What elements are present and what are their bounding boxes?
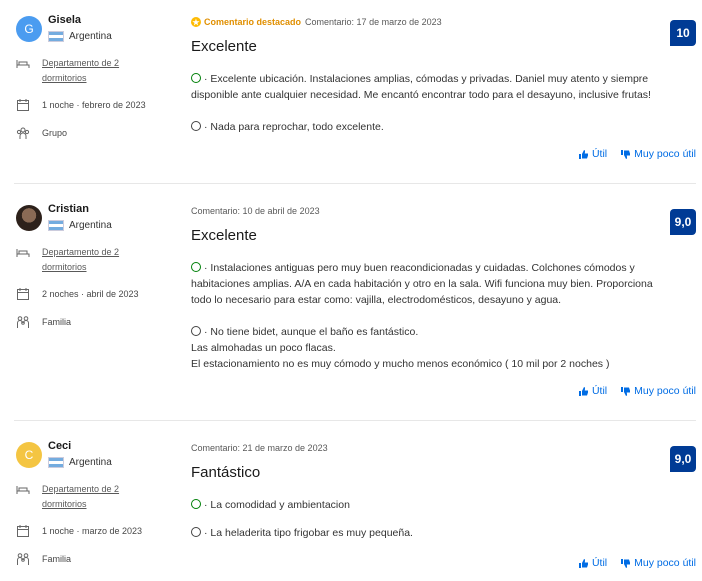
- argentina-flag-icon: [48, 220, 64, 231]
- review-negative: · Nada para reprochar, todo excelente.: [191, 119, 696, 135]
- review-score: 9,0: [670, 209, 696, 235]
- traveler-type: Grupo: [16, 126, 67, 141]
- featured-badge: ★ Comentario destacado: [191, 17, 302, 27]
- country-label: Argentina: [69, 457, 112, 468]
- thumbs-up-icon: [578, 558, 588, 568]
- helpful-button[interactable]: Útil: [578, 557, 607, 569]
- room-line-1[interactable]: Departamento de 2: [42, 247, 119, 257]
- avatar: C: [16, 442, 42, 468]
- argentina-flag-icon: [48, 31, 64, 42]
- review-title: Fantástico: [191, 464, 261, 481]
- reviewer-country: Argentina: [48, 220, 112, 231]
- review-score: 10: [670, 20, 696, 46]
- review-score: 9,0: [670, 446, 696, 472]
- stay-info: 2 noches · abril de 2023: [16, 287, 139, 302]
- family-icon: [17, 553, 29, 565]
- group-icon: [16, 127, 30, 139]
- thumbs-up-icon: [578, 149, 588, 159]
- reviewer-name: Cristian: [48, 203, 89, 215]
- reviewer-country: Argentina: [48, 31, 112, 42]
- review-date: Comentario: 10 de abril de 2023: [191, 206, 320, 216]
- traveler-label: Familia: [42, 554, 72, 564]
- frown-icon: [191, 527, 201, 537]
- reviewer-name: Ceci: [48, 440, 72, 452]
- review-title: Excelente: [191, 38, 257, 55]
- traveler-label: Familia: [42, 317, 72, 327]
- review-positive: · Excelente ubicación. Instalaciones amp…: [191, 73, 651, 101]
- divider: [14, 420, 696, 421]
- stay-label: 1 noche · marzo de 2023: [42, 526, 143, 536]
- helpful-button[interactable]: Útil: [578, 148, 607, 160]
- room-line-1[interactable]: Departamento de 2: [42, 484, 119, 494]
- review-date: Comentario: 21 de marzo de 2023: [191, 443, 328, 453]
- calendar-icon: [17, 525, 29, 537]
- bed-icon: [16, 249, 30, 257]
- room-line-2[interactable]: dormitorios: [42, 262, 87, 272]
- not-helpful-button[interactable]: Muy poco útil: [621, 557, 696, 569]
- thumbs-up-icon: [578, 386, 588, 396]
- calendar-icon: [17, 288, 29, 300]
- review-positive: · Instalaciones antiguas pero muy buen r…: [191, 262, 653, 306]
- helpful-button[interactable]: Útil: [578, 385, 607, 397]
- room-line-1[interactable]: Departamento de 2: [42, 58, 119, 68]
- smile-icon: [191, 73, 201, 83]
- reviewer-country: Argentina: [48, 457, 112, 468]
- frown-icon: [191, 121, 201, 131]
- thumbs-down-icon: [621, 386, 631, 396]
- review-positive: · La comodidad y ambientacion: [191, 497, 696, 513]
- traveler-type: Familia: [16, 315, 71, 330]
- review-negative: · No tiene bidet, aunque el baño es fant…: [191, 326, 610, 370]
- review-meta: Comentario: 21 de marzo de 2023: [191, 442, 696, 454]
- review-actions: Útil Muy poco útil: [578, 557, 696, 569]
- room-type[interactable]: Departamento de 2 dormitorios: [16, 245, 119, 275]
- room-line-2[interactable]: dormitorios: [42, 73, 87, 83]
- traveler-type: Familia: [16, 552, 71, 567]
- family-icon: [17, 316, 29, 328]
- divider: [14, 183, 696, 184]
- review-date: Comentario: 17 de marzo de 2023: [305, 17, 442, 27]
- traveler-label: Grupo: [42, 128, 68, 138]
- stay-info: 1 noche · febrero de 2023: [16, 98, 146, 113]
- frown-icon: [191, 326, 201, 336]
- review-meta: Comentario: 10 de abril de 2023: [191, 205, 696, 217]
- reviewer-name: Gisela: [48, 14, 82, 26]
- room-line-2[interactable]: dormitorios: [42, 499, 87, 509]
- star-icon: ★: [191, 17, 201, 27]
- stay-info: 1 noche · marzo de 2023: [16, 524, 142, 539]
- calendar-icon: [17, 99, 29, 111]
- review-title: Excelente: [191, 227, 257, 244]
- review-negative: · La heladerita tipo frigobar es muy peq…: [191, 525, 696, 541]
- stay-label: 2 noches · abril de 2023: [42, 289, 139, 299]
- smile-icon: [191, 262, 201, 272]
- thumbs-down-icon: [621, 149, 631, 159]
- review-actions: Útil Muy poco útil: [578, 385, 696, 397]
- bed-icon: [16, 486, 30, 494]
- avatar: G: [16, 16, 42, 42]
- smile-icon: [191, 499, 201, 509]
- thumbs-down-icon: [621, 558, 631, 568]
- stay-label: 1 noche · febrero de 2023: [42, 100, 146, 110]
- review-actions: Útil Muy poco útil: [578, 148, 696, 160]
- avatar: [16, 205, 42, 231]
- country-label: Argentina: [69, 31, 112, 42]
- not-helpful-button[interactable]: Muy poco útil: [621, 385, 696, 397]
- room-type[interactable]: Departamento de 2 dormitorios: [16, 56, 119, 86]
- argentina-flag-icon: [48, 457, 64, 468]
- not-helpful-button[interactable]: Muy poco útil: [621, 148, 696, 160]
- room-type[interactable]: Departamento de 2 dormitorios: [16, 482, 119, 512]
- review-meta: ★ Comentario destacado Comentario: 17 de …: [191, 16, 696, 28]
- country-label: Argentina: [69, 220, 112, 231]
- bed-icon: [16, 60, 30, 68]
